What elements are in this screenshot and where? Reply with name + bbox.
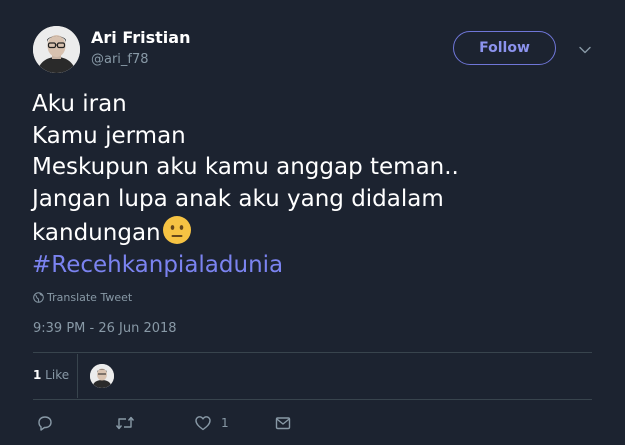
tweet-text: Aku iran Kamu jerman Meskupun aku kamu a… xyxy=(32,89,592,281)
like-count: 1 xyxy=(221,416,229,430)
neutral-face-emoji-icon xyxy=(162,215,192,245)
chevron-down-icon[interactable] xyxy=(578,42,592,56)
translate-tweet-link[interactable]: Translate Tweet xyxy=(33,291,132,304)
tweet-card: Ari Fristian @ari_f78 Follow Aku iran Ka… xyxy=(0,0,625,445)
reply-icon xyxy=(36,414,54,432)
retweet-button[interactable] xyxy=(115,413,135,433)
stats-divider xyxy=(77,354,78,398)
likes-label: Like xyxy=(41,368,70,382)
display-name[interactable]: Ari Fristian xyxy=(91,28,190,47)
globe-icon xyxy=(33,292,44,303)
direct-message-button[interactable] xyxy=(274,413,292,433)
user-handle[interactable]: @ari_f78 xyxy=(91,52,149,67)
tweet-line: kandungan xyxy=(32,220,161,246)
user-avatar[interactable] xyxy=(33,26,80,73)
retweet-icon xyxy=(115,414,135,432)
tweet-line-with-emoji: kandungan xyxy=(32,215,592,250)
follow-button[interactable]: Follow xyxy=(453,31,556,65)
tweet-line: Jangan lupa anak aku yang didalam xyxy=(32,185,444,212)
translate-label: Translate Tweet xyxy=(47,291,133,304)
tweet-line: Meskupun aku kamu anggap teman.. xyxy=(32,154,459,180)
heart-icon xyxy=(194,414,212,432)
tweet-line: Aku iran xyxy=(32,91,127,117)
tweet-timestamp[interactable]: 9:39 PM - 26 Jun 2018 xyxy=(33,321,177,336)
liker-avatar[interactable] xyxy=(90,364,114,388)
reply-button[interactable] xyxy=(36,413,54,433)
likes-stat[interactable]: 1 Like xyxy=(33,368,69,382)
tweet-stats: 1 Like xyxy=(33,353,592,399)
tweet-line: Kamu jerman xyxy=(32,122,186,149)
like-button[interactable]: 1 xyxy=(194,413,229,433)
tweet-actions: 1 xyxy=(33,408,592,438)
hashtag-link[interactable]: #Recehkanpialadunia xyxy=(32,250,592,282)
envelope-icon xyxy=(274,414,292,432)
divider xyxy=(33,399,592,400)
